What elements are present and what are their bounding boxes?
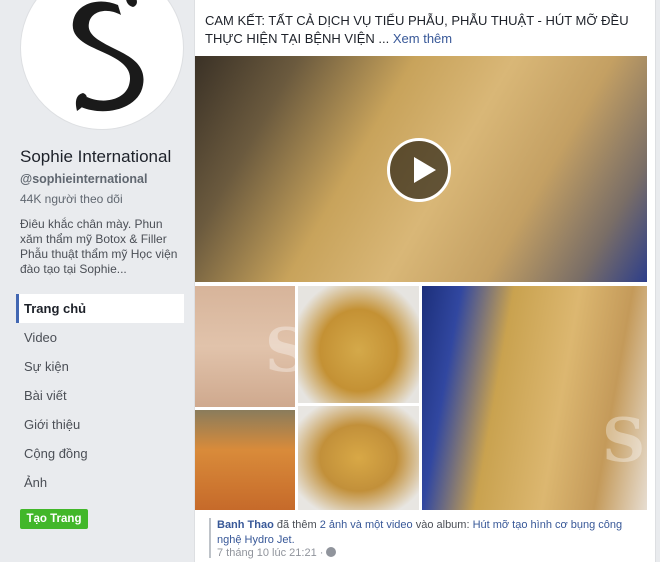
page-nav: Trang chủ Video Sự kiện Bài viết Giới th…: [16, 294, 184, 497]
timestamp-text[interactable]: 7 tháng 10 lúc 21:21 ·: [217, 547, 323, 559]
nav-item-photos[interactable]: Ảnh: [16, 468, 184, 497]
nav-item-video[interactable]: Video: [16, 323, 184, 352]
page-about: Điêu khắc chân mày. Phun xăm thẩm mỹ Bot…: [20, 217, 178, 276]
nav-item-home[interactable]: Trang chủ: [16, 294, 184, 323]
see-more-link[interactable]: Xem thêm: [393, 31, 452, 46]
caption-author[interactable]: Banh Thao: [217, 519, 274, 531]
page-name[interactable]: Sophie International: [20, 147, 171, 167]
watermark-icon: S: [602, 406, 646, 476]
nav-item-posts[interactable]: Bài viết: [16, 381, 184, 410]
post-photo-2[interactable]: [298, 286, 419, 403]
create-page-button[interactable]: Tạo Trang: [20, 509, 88, 529]
nav-item-community[interactable]: Cộng đồng: [16, 439, 184, 468]
post-photo-1[interactable]: S: [195, 286, 295, 407]
page-avatar[interactable]: [20, 0, 184, 130]
play-icon[interactable]: [387, 138, 451, 202]
caption-into: vào album:: [412, 519, 473, 531]
post-photo-3[interactable]: [195, 410, 295, 510]
caption-action: đã thêm: [273, 519, 320, 531]
globe-icon: [326, 547, 337, 557]
watermark-icon: S: [265, 316, 295, 386]
post-timestamp: 7 tháng 10 lúc 21:21 ·: [217, 547, 337, 559]
page-sidebar: Sophie International @sophieinternationa…: [0, 0, 190, 562]
post-caption: Banh Thao đã thêm 2 ảnh và một video vào…: [217, 518, 647, 548]
page-handle[interactable]: @sophieinternational: [20, 172, 147, 186]
nav-item-about[interactable]: Giới thiệu: [16, 410, 184, 439]
post-card: CAM KẾT: TẤT CẢ DỊCH VỤ TIỂU PHẪU, PHẪU …: [194, 0, 656, 562]
post-video[interactable]: [195, 56, 647, 282]
post-photo-5[interactable]: S: [422, 286, 647, 510]
post-photo-4[interactable]: [298, 406, 419, 510]
caption-added-link[interactable]: 2 ảnh và một video: [320, 519, 413, 531]
nav-item-events[interactable]: Sự kiện: [16, 352, 184, 381]
followers-count: 44K người theo dõi: [20, 192, 123, 206]
sophie-logo-icon: [72, 0, 144, 112]
caption-divider: [209, 518, 211, 558]
post-text: CAM KẾT: TẤT CẢ DỊCH VỤ TIỂU PHẪU, PHẪU …: [205, 12, 645, 48]
